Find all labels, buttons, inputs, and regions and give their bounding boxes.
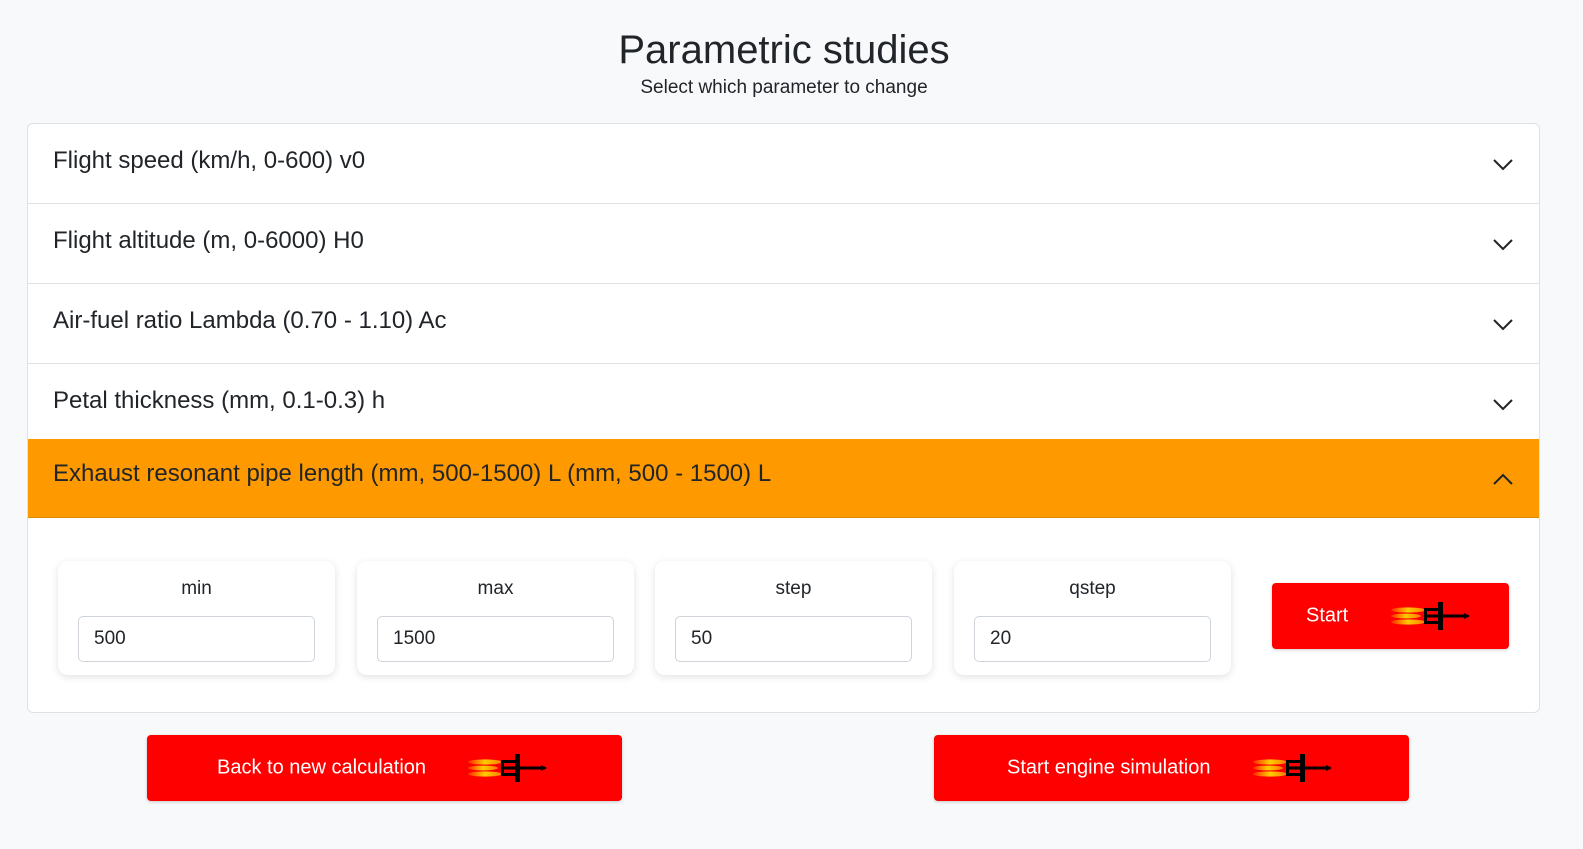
param-card-qstep: qstep [954, 561, 1231, 675]
chevron-down-icon [1493, 239, 1513, 251]
accordion-item-label: Petal thickness (mm, 0.1-0.3) h [53, 387, 386, 414]
accordion-item-flight-altitude[interactable]: Flight altitude (m, 0-6000) H0 [28, 204, 1539, 284]
back-to-new-calculation-button[interactable]: Back to new calculation [147, 735, 622, 801]
accordion-item-label: Flight speed (km/h, 0-600) v0 [53, 147, 366, 174]
param-label-step: step [775, 578, 812, 599]
start-button[interactable]: Start [1272, 583, 1509, 649]
param-label-max: max [477, 578, 514, 599]
rocket-icon [467, 750, 547, 786]
accordion-item-label: Flight altitude (m, 0-6000) H0 [53, 227, 364, 254]
min-input[interactable] [78, 616, 315, 662]
step-input[interactable] [675, 616, 912, 662]
chevron-down-icon [1493, 319, 1513, 331]
param-label-qstep: qstep [1069, 578, 1116, 599]
param-label-min: min [181, 578, 212, 599]
param-card-min: min [58, 561, 335, 675]
page-header: Parametric studies Select which paramete… [0, 26, 1568, 101]
accordion-item-flight-speed[interactable]: Flight speed (km/h, 0-600) v0 [28, 124, 1539, 204]
accordion-item-air-fuel-ratio[interactable]: Air-fuel ratio Lambda (0.70 - 1.10) Ac [28, 284, 1539, 364]
accordion-body-exhaust-pipe-length: min max step qstep Start [28, 518, 1539, 712]
page-subtitle: Select which parameter to change [640, 77, 928, 98]
accordion-item-petal-thickness[interactable]: Petal thickness (mm, 0.1-0.3) h [28, 364, 1539, 439]
param-card-step: step [655, 561, 932, 675]
accordion-item-exhaust-pipe-length[interactable]: Exhaust resonant pipe length (mm, 500-15… [28, 439, 1539, 518]
parameter-accordion: Flight speed (km/h, 0-600) v0 Flight alt… [27, 123, 1540, 713]
accordion-item-label: Exhaust resonant pipe length (mm, 500-15… [53, 460, 772, 487]
chevron-down-icon [1493, 399, 1513, 411]
chevron-up-icon [1493, 473, 1513, 485]
accordion-item-label: Air-fuel ratio Lambda (0.70 - 1.10) Ac [53, 307, 447, 334]
start-engine-simulation-button[interactable]: Start engine simulation [934, 735, 1409, 801]
max-input[interactable] [377, 616, 614, 662]
rocket-icon [1390, 598, 1470, 634]
page-title: Parametric studies [618, 28, 950, 72]
rocket-icon [1252, 750, 1332, 786]
param-card-max: max [357, 561, 634, 675]
simulate-button-label: Start engine simulation [1007, 756, 1211, 779]
qstep-input[interactable] [974, 616, 1211, 662]
start-button-label: Start [1306, 604, 1349, 627]
back-button-label: Back to new calculation [217, 756, 427, 779]
chevron-down-icon [1493, 159, 1513, 171]
